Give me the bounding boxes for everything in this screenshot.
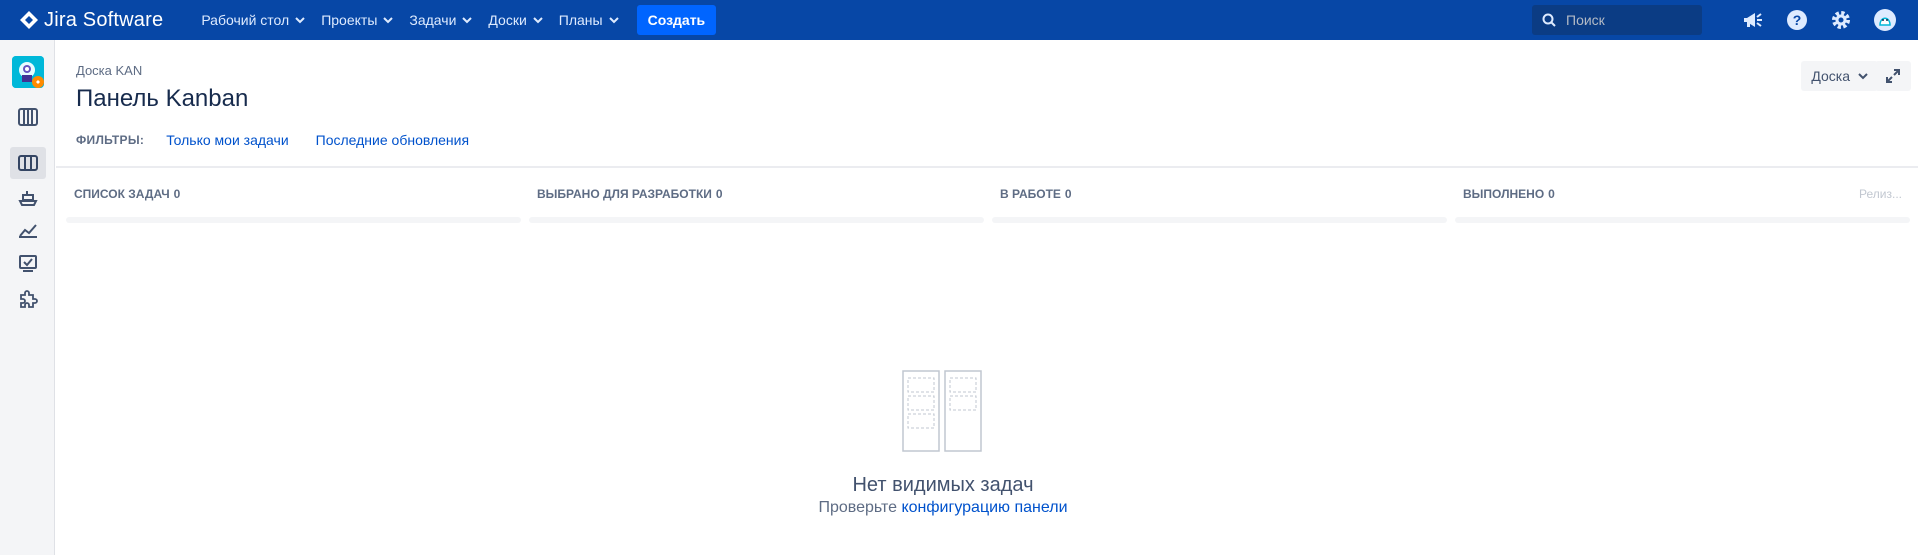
column-header-backlog: Список задач 0 — [66, 183, 521, 223]
column-drop-zone — [529, 217, 984, 223]
empty-state-title: Нет видимых задач — [852, 474, 1034, 496]
empty-board-illustration — [902, 370, 982, 452]
column-title: Выбрано для разработки — [537, 187, 712, 201]
column-count: 0 — [1548, 187, 1555, 201]
column-header-selected: Выбрано для разработки 0 — [529, 183, 984, 223]
column-title: Список задач — [74, 187, 170, 201]
help-icon[interactable]: ? — [1784, 7, 1810, 33]
menu-boards[interactable]: Доски — [480, 4, 550, 36]
menu-plans[interactable]: Планы — [551, 4, 627, 36]
project-avatar[interactable] — [12, 56, 44, 88]
column-drop-zone — [66, 217, 521, 223]
megaphone-icon[interactable] — [1740, 7, 1766, 33]
jira-diamond-icon — [20, 11, 38, 29]
menu-issues[interactable]: Задачи — [401, 4, 480, 36]
board-button-label: Доска — [1811, 68, 1850, 84]
filters-label: ФИЛЬТРЫ: — [76, 133, 145, 147]
chevron-down-icon — [383, 16, 394, 23]
jira-logo[interactable]: Jira Software — [20, 9, 163, 32]
menu-dashboard[interactable]: Рабочий стол — [193, 4, 313, 36]
chevron-down-icon — [533, 16, 543, 23]
nav-right: ? — [1532, 0, 1898, 40]
project-avatar-icon — [12, 56, 44, 88]
filter-only-my-issues[interactable]: Только мои задачи — [166, 132, 288, 148]
board-icon[interactable] — [10, 147, 46, 179]
quick-filters: ФИЛЬТРЫ: Только мои задачи Последние обн… — [76, 132, 496, 148]
issues-icon[interactable] — [10, 248, 46, 280]
board-dropdown-button[interactable]: Доска — [1801, 61, 1878, 91]
divider — [56, 166, 1918, 168]
empty-state-prefix: Проверьте — [818, 499, 898, 516]
search-box[interactable] — [1532, 5, 1702, 35]
project-sidebar — [0, 40, 55, 555]
column-title: Выполнено — [1463, 187, 1545, 201]
chevron-down-icon — [608, 16, 619, 23]
fullscreen-button[interactable] — [1875, 61, 1911, 91]
top-navigation: Jira Software Рабочий стол Проекты Задач… — [0, 0, 1918, 40]
chevron-down-icon — [1858, 72, 1868, 79]
profile-avatar[interactable] — [1872, 7, 1898, 33]
search-icon — [1542, 13, 1556, 27]
release-link[interactable]: Релиз... — [1859, 187, 1902, 201]
chevron-down-icon — [295, 16, 305, 23]
column-count: 0 — [1064, 187, 1072, 201]
menu-dashboard-label: Рабочий стол — [201, 12, 290, 28]
chevron-down-icon — [462, 16, 473, 23]
filter-recently-updated[interactable]: Последние обновления — [316, 132, 469, 148]
menu-projects[interactable]: Проекты — [313, 4, 401, 36]
menu-issues-label: Задачи — [409, 12, 457, 28]
column-count: 0 — [173, 187, 181, 201]
backlog-icon[interactable] — [10, 101, 46, 133]
menu-boards-label: Доски — [488, 12, 527, 28]
menu-projects-label: Проекты — [321, 12, 378, 28]
board-columns: Список задач 0 Выбрано для разработки 0 В … — [66, 183, 1910, 223]
column-drop-zone — [992, 217, 1447, 223]
reports-icon[interactable] — [10, 214, 46, 246]
main-menu: Рабочий стол Проекты Задачи Доски Планы … — [193, 4, 717, 36]
column-header-in-progress: В работе 0 — [992, 183, 1447, 223]
column-count: 0 — [715, 187, 723, 201]
create-button[interactable]: Создать — [636, 5, 717, 35]
search-input[interactable] — [1564, 11, 1688, 29]
column-header-done: Выполнено 0 Релиз... — [1455, 183, 1910, 223]
empty-state: Нет видимых задач Проверьте конфигурацию… — [56, 370, 1830, 517]
svg-text:?: ? — [1793, 12, 1802, 28]
column-title: В работе — [1000, 187, 1061, 201]
board-config-link[interactable]: конфигурацию панели — [901, 499, 1067, 516]
main-content: Доска KAN Панель Kanban Доска ФИЛЬТРЫ: Т… — [56, 40, 1918, 555]
breadcrumb[interactable]: Доска KAN — [76, 63, 142, 78]
menu-plans-label: Планы — [558, 12, 603, 28]
settings-icon[interactable] — [1828, 7, 1854, 33]
column-drop-zone — [1455, 217, 1910, 223]
add-ons-icon[interactable] — [10, 283, 46, 315]
expand-icon — [1886, 69, 1900, 83]
logo-text: Jira Software — [44, 8, 164, 31]
releases-icon[interactable] — [10, 182, 46, 214]
page-title: Панель Kanban — [76, 85, 249, 112]
empty-state-subtitle: Проверьте конфигурацию панели — [56, 499, 1830, 517]
